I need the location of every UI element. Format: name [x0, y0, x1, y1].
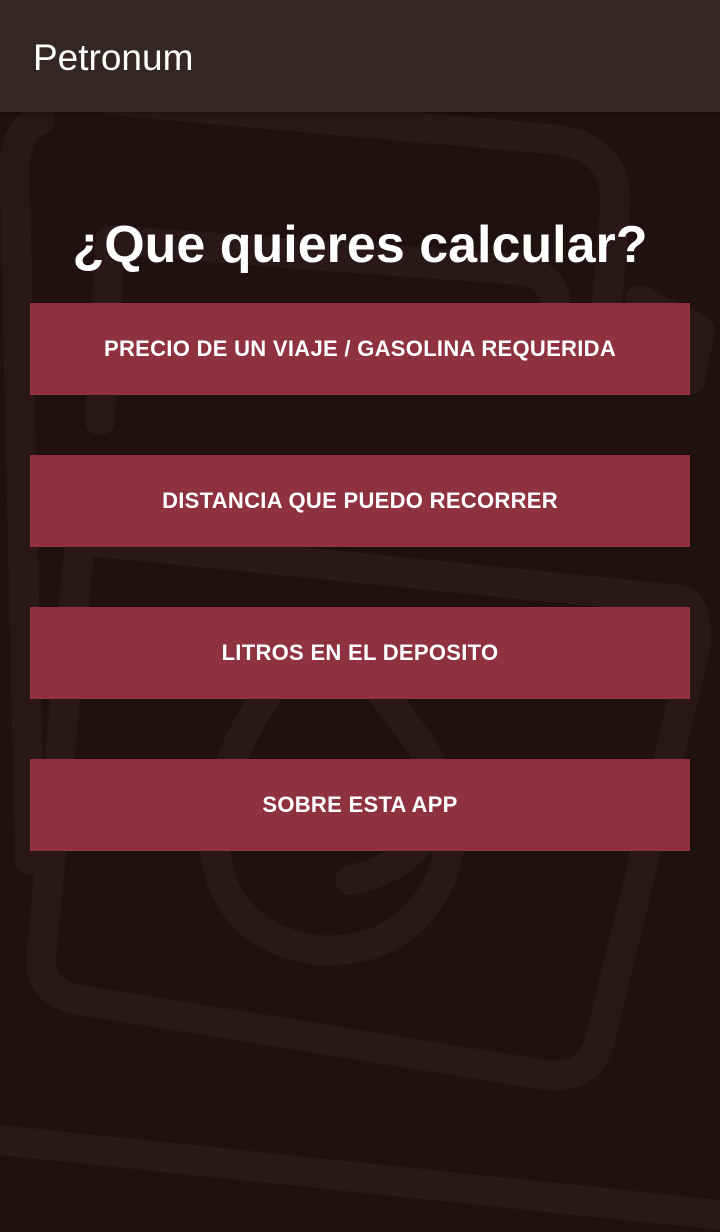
app-bar: Petronum	[0, 0, 720, 112]
main-content: ¿Que quieres calcular? PRECIO DE UN VIAJ…	[0, 112, 720, 1232]
distance-button[interactable]: DISTANCIA QUE PUEDO RECORRER	[30, 455, 690, 547]
main-screen: Petronum ¿Que quieres calcular? PRECIO D…	[0, 0, 720, 1232]
about-app-button[interactable]: SOBRE ESTA APP	[30, 759, 690, 851]
trip-price-button[interactable]: PRECIO DE UN VIAJE / GASOLINA REQUERIDA	[30, 303, 690, 395]
page-heading: ¿Que quieres calcular?	[72, 215, 648, 274]
tank-liters-button[interactable]: LITROS EN EL DEPOSITO	[30, 607, 690, 699]
app-title: Petronum	[33, 37, 194, 78]
